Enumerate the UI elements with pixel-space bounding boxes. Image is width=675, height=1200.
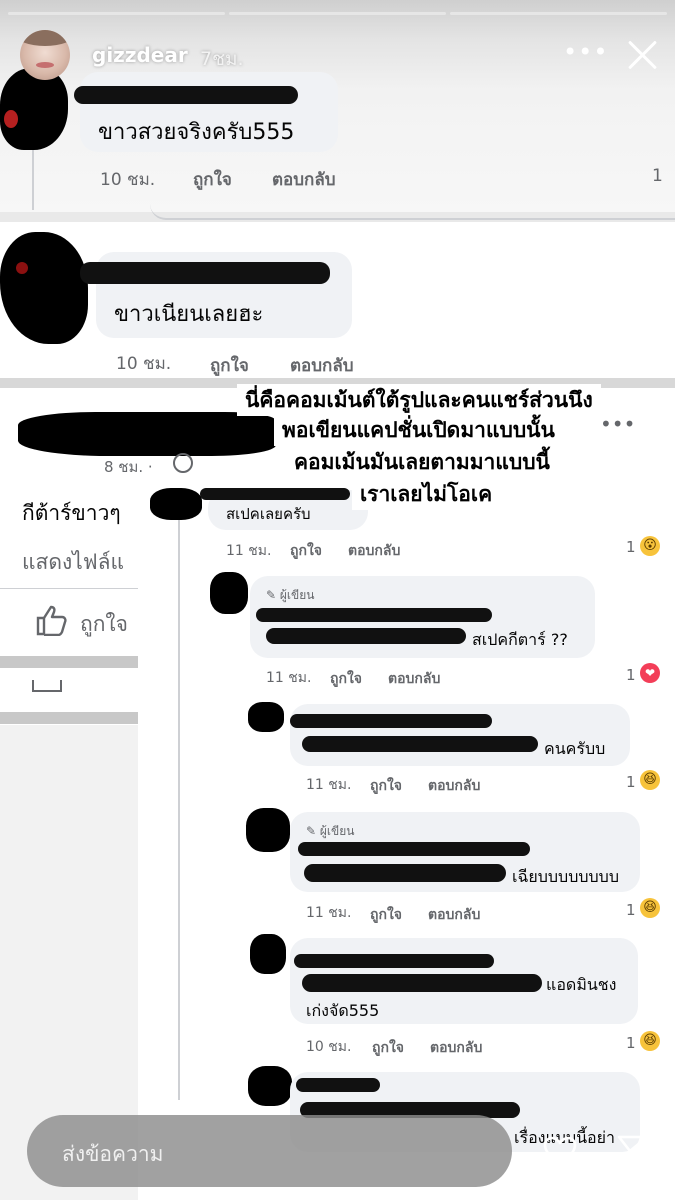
comment-text: เฉียบบบบบบบบ: [512, 867, 619, 886]
reply-input-outline: [150, 186, 675, 220]
close-icon[interactable]: [623, 36, 661, 74]
comment-time: 10 ชม.: [306, 1039, 352, 1055]
avatar-detail: [4, 110, 18, 128]
censored-avatar: [248, 1066, 292, 1106]
comment-text: สเปคเลยครับ: [226, 505, 311, 523]
censored-name: [80, 262, 330, 284]
progress-segment: [8, 12, 225, 15]
story-caption-line: พอเขียนแคปชั่นเปิดมาแบบนั้น: [274, 414, 563, 446]
comment-text: สเปคกีตาร์ ??: [472, 630, 568, 649]
more-options-icon[interactable]: •••: [563, 38, 608, 66]
author-badge: ✎ ผู้เขียน: [266, 586, 314, 605]
send-icon[interactable]: [617, 1134, 649, 1166]
comment-time: 11 ชม.: [306, 905, 352, 921]
post-text: กีต้าร์ขาวๆ: [22, 501, 121, 525]
censored-name: [290, 714, 492, 728]
censored-avatar: [210, 572, 248, 614]
post-time: 8 ชม. ·: [104, 458, 153, 476]
like-link[interactable]: ถูกใจ: [210, 352, 249, 379]
story-avatar[interactable]: [20, 30, 70, 80]
reaction-count: 1: [626, 901, 636, 919]
author-badge: ✎ ผู้เขียน: [306, 822, 354, 841]
censored-avatar: [246, 808, 290, 852]
like-link[interactable]: ถูกใจ: [330, 668, 362, 690]
heart-reaction-icon: ❤: [640, 663, 660, 683]
censored-avatar: [0, 68, 68, 150]
more-options-icon[interactable]: •••: [600, 412, 635, 436]
comment-time: 10 ชม.: [100, 170, 156, 190]
story-caption-line: เราเลยไม่โอเค: [352, 478, 501, 510]
story-progress-bar: [8, 12, 667, 15]
censored-text: [302, 736, 538, 752]
author-badge-label: ผู้เขียน: [279, 588, 315, 602]
censored-avatar: [150, 488, 202, 520]
like-link[interactable]: ถูกใจ: [370, 904, 402, 926]
censored-text: [266, 628, 466, 644]
avatar-detail: [16, 262, 28, 274]
reaction-count: 1: [626, 538, 636, 556]
censored-name: [74, 86, 298, 104]
haha-reaction-icon: 😆: [640, 1031, 660, 1051]
pencil-icon: ✎: [266, 588, 277, 602]
comment-time: 11 ชม.: [306, 777, 352, 793]
censored-name: [298, 842, 530, 856]
haha-reaction-icon: 😆: [640, 898, 660, 918]
wow-reaction-icon: 😮: [640, 536, 660, 556]
send-message-placeholder: ส่งข้อความ: [62, 1142, 164, 1166]
like-link[interactable]: ถูกใจ: [370, 775, 402, 797]
censored-avatar: [250, 934, 286, 974]
censored-poster-name: [18, 412, 276, 456]
comment-icon: [32, 680, 62, 692]
censored-name: [200, 488, 350, 500]
heart-icon[interactable]: [543, 1136, 577, 1166]
section-separator: [0, 712, 138, 724]
story-caption-line: คอมเม้นมันเลยตามมาแบบนี้: [286, 446, 558, 478]
comment-time: 11 ชม.: [266, 670, 312, 686]
story-username[interactable]: gizzdear: [92, 43, 188, 67]
like-button-label[interactable]: ถูกใจ: [80, 608, 128, 641]
reply-link[interactable]: ตอบกลับ: [428, 904, 480, 926]
thread-line: [32, 150, 34, 210]
story-caption-line: นี่คือคอมเม้นต์ใต้รูปและคนแชร์ส่วนนึง: [237, 384, 601, 416]
reaction-count: 1: [626, 773, 636, 791]
comment-text: ขาวเนียนเลยฮะ: [114, 302, 264, 327]
censored-name: [294, 954, 494, 968]
comment-text: แอดมินชง: [546, 975, 617, 994]
reply-link[interactable]: ตอบกลับ: [388, 668, 440, 690]
reaction-count: 1: [626, 1034, 636, 1052]
comment-text: คนครับบ: [544, 739, 606, 758]
divider: [0, 588, 138, 589]
progress-segment: [450, 12, 667, 15]
story-timestamp: 7ชม.: [200, 48, 244, 70]
reply-link[interactable]: ตอบกลับ: [348, 540, 400, 562]
comment-text: ขาวสวยจริงครับ555: [98, 120, 295, 145]
censored-name: [296, 1078, 380, 1092]
reaction-count: 1: [626, 666, 636, 684]
haha-reaction-icon: 😆: [640, 770, 660, 790]
reply-link[interactable]: ตอบกลับ: [290, 352, 354, 379]
pencil-icon: ✎: [306, 824, 317, 838]
censored-text: [302, 974, 542, 992]
censored-text: [304, 864, 506, 882]
section-separator: [0, 656, 138, 668]
like-link[interactable]: ถูกใจ: [372, 1037, 404, 1059]
censored-name: [256, 608, 492, 622]
thread-line: [178, 500, 180, 1100]
censored-avatar: [248, 702, 284, 732]
progress-segment-active: [229, 12, 446, 15]
like-link[interactable]: ถูกใจ: [290, 540, 322, 562]
comment-text-line2: เก่งจัด555: [306, 1001, 380, 1020]
reply-link[interactable]: ตอบกลับ: [430, 1037, 482, 1059]
thumbs-up-icon[interactable]: [36, 604, 70, 636]
globe-icon: [173, 453, 193, 473]
see-more-link[interactable]: แสดงไฟล์แ: [22, 546, 124, 579]
comment-time: 11 ชม.: [226, 543, 272, 559]
reply-link[interactable]: ตอบกลับ: [428, 775, 480, 797]
reaction-count: 1: [652, 166, 663, 186]
author-badge-label: ผู้เขียน: [319, 824, 355, 838]
comment-time: 10 ชม.: [116, 354, 172, 374]
